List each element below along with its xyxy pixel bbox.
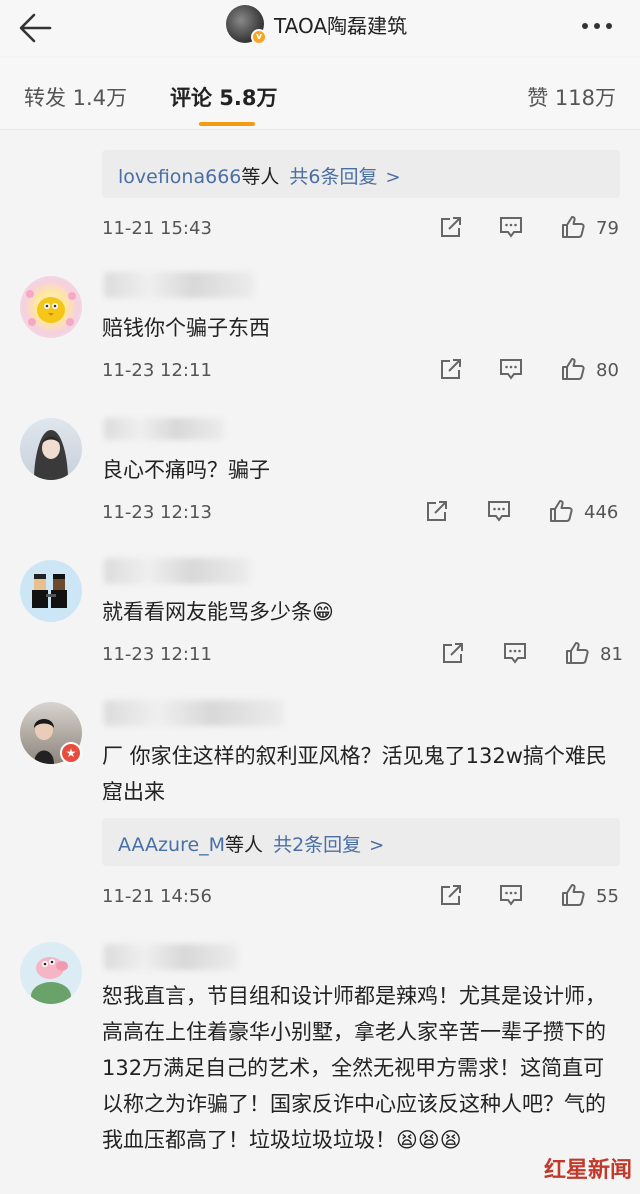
username-blurred[interactable]: [104, 700, 284, 726]
username-blurred[interactable]: [104, 272, 254, 298]
like-count: 79: [596, 218, 619, 239]
chevron-right-icon: >: [369, 835, 385, 856]
share-icon: [443, 643, 463, 663]
like-button[interactable]: [560, 356, 586, 384]
back-button[interactable]: [16, 8, 56, 48]
comment-icon: [500, 359, 522, 380]
username-blurred[interactable]: [104, 944, 238, 970]
portrait-icon: [34, 430, 68, 480]
comment-text: 良心不痛吗？骗子: [102, 458, 270, 482]
tab-comments[interactable]: 评论 5.8万: [170, 82, 278, 112]
share-icon: [427, 501, 447, 521]
thumbs-up-icon: [562, 884, 585, 906]
comment-text: 厂 你家住这样的叙利亚风格？活见鬼了132w搞个难民窟出来: [102, 744, 607, 804]
replies-link[interactable]: lovefiona666等人 共6条回复 >: [102, 150, 620, 198]
cartoon-pig-icon: [31, 957, 71, 1004]
reply-etc: 等人: [225, 834, 264, 856]
comment-meta: 11-23 12:11 80: [102, 356, 622, 386]
comment-text: 恕我直言，节目组和设计师都是辣鸡！尤其是设计师，高高在上住着豪华小别墅，拿老人家…: [102, 984, 606, 1152]
reply-button[interactable]: [486, 498, 512, 526]
cartoon-bird-icon: [26, 290, 76, 326]
like-button[interactable]: [564, 640, 590, 668]
reply-user[interactable]: AAAzure_M: [118, 834, 225, 856]
like-count: 446: [584, 502, 619, 523]
reply-user[interactable]: lovefiona666: [118, 166, 241, 188]
comment-text: 就看看网友能骂多少条😁: [102, 600, 334, 624]
reply-button[interactable]: [502, 640, 528, 668]
comment-text: 赔钱你个骗子东西: [102, 316, 270, 340]
reply-count[interactable]: 共2条回复: [273, 834, 361, 856]
avatar[interactable]: [20, 942, 82, 1004]
thumbs-up-icon: [550, 500, 573, 522]
username-blurred[interactable]: [104, 558, 250, 584]
replies-link[interactable]: AAAzure_M等人 共2条回复 >: [102, 818, 620, 866]
dot-icon: [582, 23, 588, 29]
more-options-button[interactable]: [582, 14, 622, 34]
watermark-logo: 红星新闻: [543, 1157, 632, 1183]
comment-icon: [504, 643, 526, 664]
verified-badge-icon: v: [251, 29, 267, 45]
account-name[interactable]: TAOA陶磊建筑: [274, 10, 407, 39]
username-blurred[interactable]: [104, 418, 224, 440]
comment-time: 11-23 12:11: [102, 644, 212, 665]
thumbs-up-icon: [562, 216, 585, 238]
reply-button[interactable]: [498, 214, 524, 242]
reply-button[interactable]: [498, 356, 524, 384]
share-icon: [441, 359, 461, 379]
reply-etc: 等人: [241, 166, 280, 188]
reply-count[interactable]: 共6条回复: [289, 166, 377, 188]
share-icon: [441, 885, 461, 905]
account-header[interactable]: v TAOA陶磊建筑: [226, 4, 407, 45]
like-button[interactable]: [560, 882, 586, 910]
comment-icon: [500, 885, 522, 906]
comment-time: 11-21 14:56: [102, 886, 212, 907]
comment-time: 11-23 12:13: [102, 502, 212, 523]
avatar[interactable]: [20, 276, 82, 338]
comment-icon: [500, 217, 522, 238]
comment-time: 11-23 12:11: [102, 360, 212, 381]
share-button[interactable]: [438, 882, 464, 910]
comment-icon: [488, 501, 510, 522]
share-button[interactable]: [440, 640, 466, 668]
avatar[interactable]: [20, 560, 82, 622]
share-button[interactable]: [424, 498, 450, 526]
like-count: 81: [600, 644, 623, 665]
share-button[interactable]: [438, 356, 464, 384]
comment-meta: 11-23 12:13 446: [102, 498, 622, 528]
comment-meta: 11-21 14:56 55: [102, 882, 622, 912]
tab-bar: 转发 1.4万 评论 5.8万 赞 118万: [0, 58, 640, 130]
avatar[interactable]: [20, 418, 82, 480]
arrow-left-icon: [19, 13, 52, 43]
share-icon: [441, 217, 461, 237]
user-badge-icon: ★: [60, 742, 82, 764]
chevron-right-icon: >: [385, 167, 401, 188]
tab-likes[interactable]: 赞 118万: [527, 82, 616, 112]
account-avatar[interactable]: v: [226, 5, 267, 45]
like-count: 80: [596, 360, 619, 381]
dot-icon: [606, 23, 612, 29]
tab-reposts[interactable]: 转发 1.4万: [24, 82, 127, 112]
like-button[interactable]: [548, 498, 574, 526]
thumbs-up-icon: [566, 642, 589, 664]
top-bar: v TAOA陶磊建筑: [0, 0, 640, 56]
reply-button[interactable]: [498, 882, 524, 910]
like-count: 55: [596, 886, 619, 907]
pixel-characters-icon: [32, 574, 67, 608]
active-tab-indicator: [199, 122, 255, 126]
dot-icon: [594, 23, 600, 29]
share-button[interactable]: [438, 214, 464, 242]
comment-meta: 11-23 12:11 81: [102, 640, 623, 670]
comment-time: 11-21 15:43: [102, 218, 212, 239]
comment-meta: 11-21 15:43 79: [102, 214, 622, 244]
thumbs-up-icon: [562, 358, 585, 380]
like-button[interactable]: [560, 214, 586, 242]
